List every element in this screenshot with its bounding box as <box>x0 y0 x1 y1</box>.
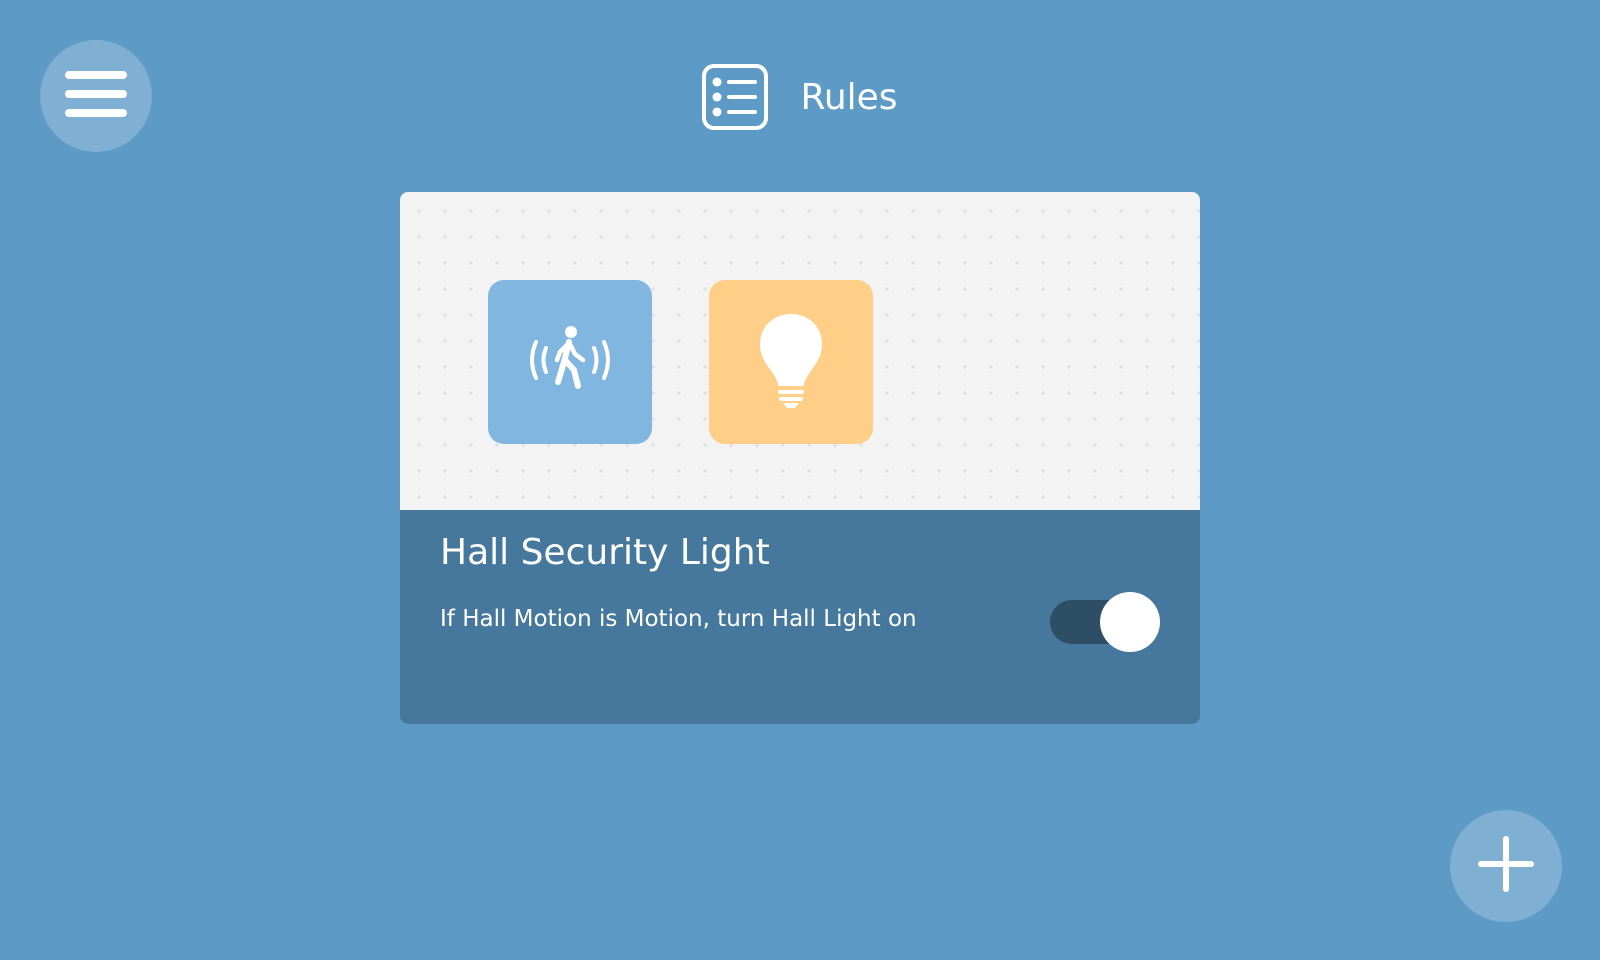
rule-info: Hall Security Light If Hall Motion is Mo… <box>400 510 1200 724</box>
page-title: Rules <box>800 76 898 118</box>
trigger-tile[interactable] <box>488 280 652 444</box>
plus-icon <box>1478 836 1534 896</box>
rule-card[interactable]: Hall Security Light If Hall Motion is Mo… <box>400 192 1200 724</box>
action-tile[interactable] <box>709 280 873 444</box>
rule-canvas <box>400 192 1200 510</box>
rule-name: Hall Security Light <box>440 532 770 573</box>
rule-enabled-toggle[interactable] <box>1050 592 1160 652</box>
page-header: Rules <box>0 62 1600 132</box>
add-rule-button[interactable] <box>1450 810 1562 922</box>
motion-sensor-icon <box>520 320 620 404</box>
light-bulb-icon <box>756 310 826 414</box>
rule-description: If Hall Motion is Motion, turn Hall Ligh… <box>440 606 917 632</box>
toggle-knob <box>1100 592 1160 652</box>
rules-list-icon <box>702 64 769 130</box>
